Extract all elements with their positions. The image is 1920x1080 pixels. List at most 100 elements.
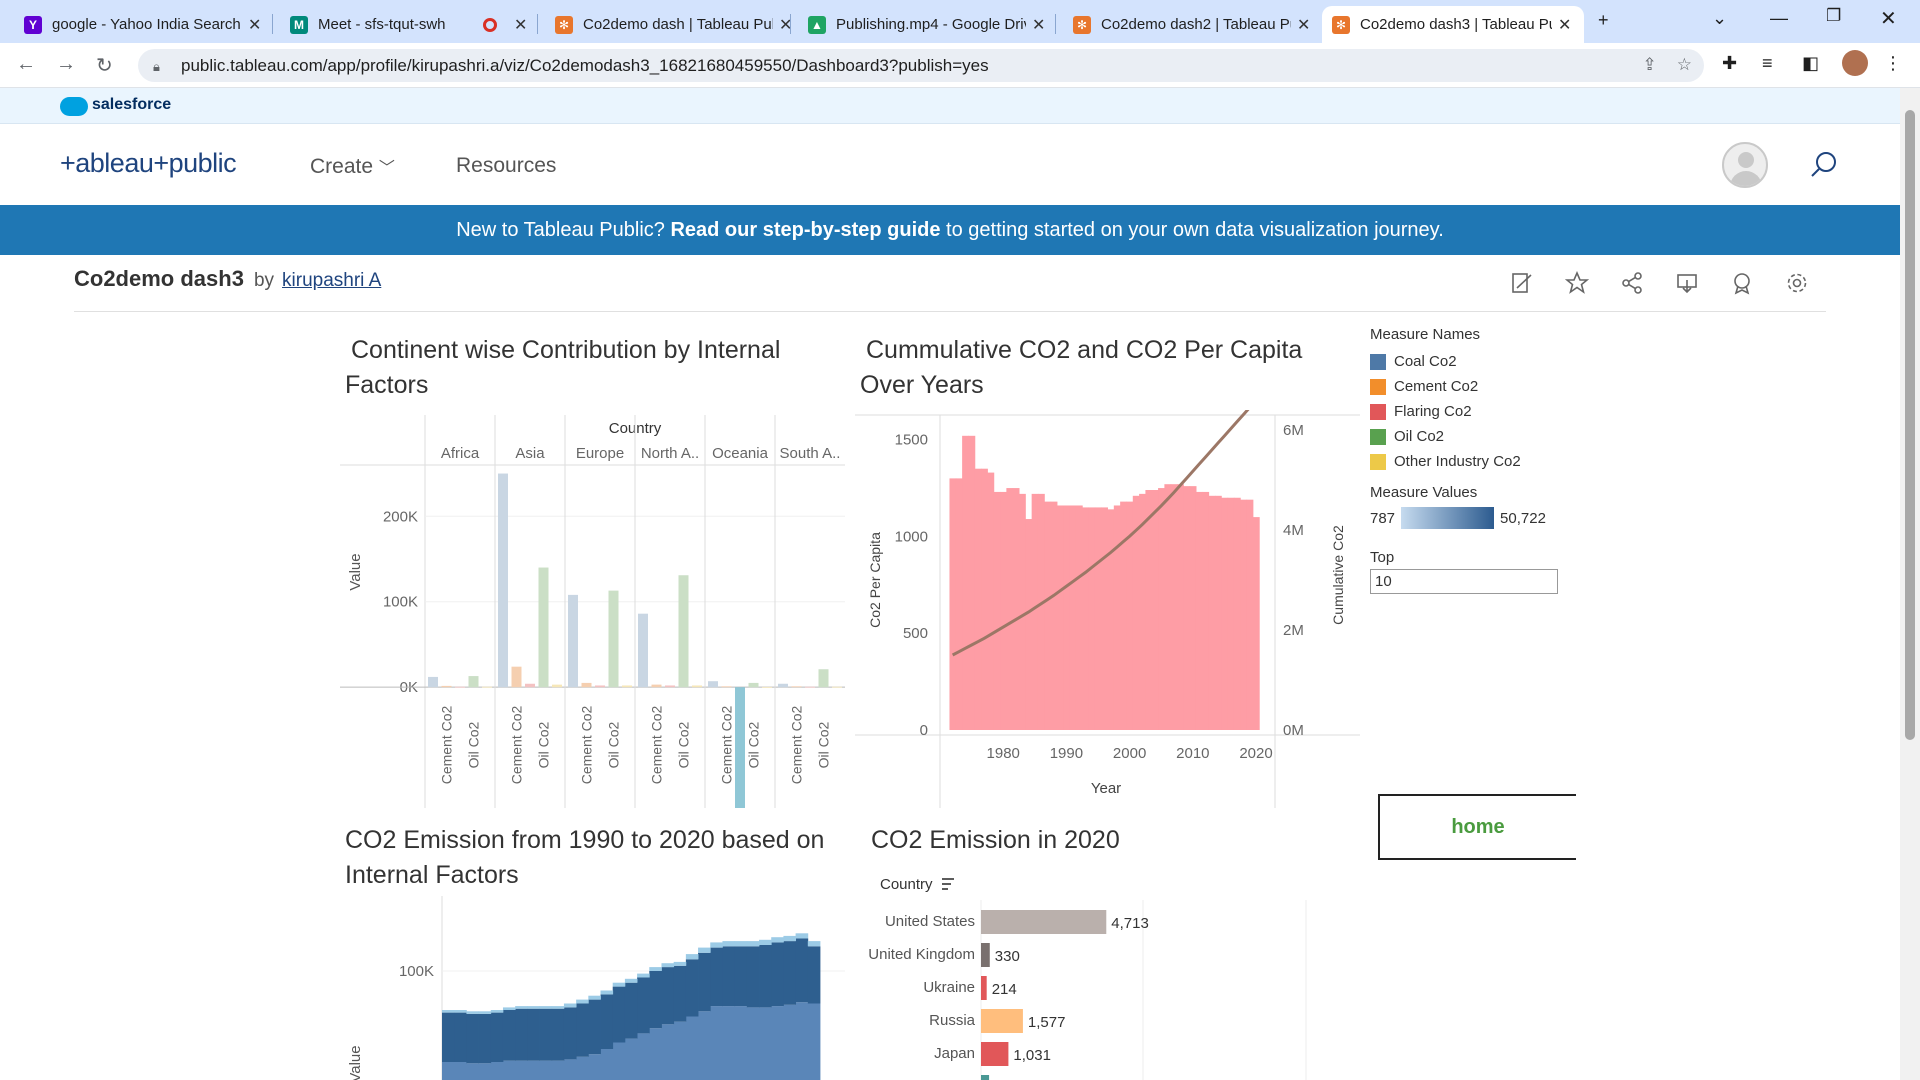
bar <box>1252 517 1260 730</box>
window-close-icon[interactable]: ✕ <box>1880 6 1897 31</box>
y-tick-label: 500 <box>903 625 928 642</box>
area-segment <box>454 1062 467 1080</box>
legend-item[interactable]: Other Industry Co2 <box>1370 449 1610 474</box>
chart1-title-line1: Continent wise Contribution by Internal <box>351 336 781 364</box>
reload-icon[interactable]: ↻ <box>96 53 113 78</box>
legend-item[interactable]: Coal Co2 <box>1370 349 1610 374</box>
category-header-label: Africa <box>441 445 480 462</box>
url-text[interactable]: public.tableau.com/app/profile/kirupashr… <box>181 56 989 76</box>
viz-author-link[interactable]: kirupashri A <box>282 270 381 292</box>
media-control-icon[interactable]: ≡ <box>1762 53 1802 76</box>
user-avatar-icon[interactable] <box>1722 142 1768 188</box>
share-icon[interactable] <box>1604 268 1659 298</box>
bar <box>1075 505 1083 730</box>
scrollbar-thumb[interactable] <box>1905 110 1915 740</box>
tab-close-icon[interactable]: ✕ <box>1297 15 1313 35</box>
area-segment <box>612 1042 626 1080</box>
browser-tab[interactable]: Ygoogle - Yahoo India Search ✕ <box>14 6 274 43</box>
tab-close-icon[interactable]: ✕ <box>1032 15 1048 35</box>
viz-by-label: by <box>253 270 275 291</box>
bar <box>538 567 549 688</box>
legend-panel: Measure Names Coal Co2 Cement Co2 Flaring … <box>1370 326 1610 594</box>
bar <box>1139 493 1146 730</box>
browser-tab[interactable]: M Meet - sfs-tqut-swh ✕ <box>280 6 540 43</box>
tab-close-icon[interactable]: ✕ <box>779 15 795 35</box>
browser-tab[interactable]: ▲ Publishing.mp4 - Google Drive ✕ <box>798 6 1058 43</box>
browser-tab[interactable]: ✻ Co2demo dash3 | Tableau Public ✕ <box>1322 6 1584 43</box>
area-segment <box>807 1003 821 1080</box>
area-segment <box>539 1008 553 1061</box>
legend-label: Flaring Co2 <box>1394 403 1472 420</box>
legend-item[interactable]: Flaring Co2 <box>1370 399 1610 424</box>
bar <box>1227 497 1235 730</box>
restore-icon[interactable]: ❐ <box>1826 6 1841 26</box>
area-segment <box>710 947 723 1007</box>
y2-tick-label: 0M <box>1283 722 1304 739</box>
area-segment <box>661 967 675 1025</box>
bar <box>981 468 988 730</box>
area-segment <box>515 1008 528 1061</box>
back-icon[interactable]: ← <box>16 53 36 76</box>
address-bar[interactable]: 🔒︎ public.tableau.com/app/profile/kirupa… <box>138 49 1704 82</box>
area-segment <box>466 1013 479 1064</box>
page-scrollbar[interactable] <box>1900 88 1920 1080</box>
y-tick-label: 1500 <box>895 432 928 449</box>
search-icon[interactable] <box>1810 150 1838 178</box>
bar <box>949 478 957 730</box>
bar <box>981 1009 1023 1033</box>
side-panel-icon[interactable]: ◧ <box>1802 53 1842 76</box>
resources-link[interactable]: Resources <box>456 154 556 178</box>
bar <box>1177 484 1184 730</box>
browser-tab-label: google - Yahoo India Search <box>52 16 241 33</box>
browser-tab[interactable]: ✻ Co2demo dash | Tableau Public ✕ <box>545 6 805 43</box>
measure-values-max: 50,722 <box>1500 509 1546 527</box>
metadata-badge-icon[interactable] <box>1714 268 1769 298</box>
profile-avatar[interactable] <box>1842 50 1868 76</box>
legend-item[interactable]: Oil Co2 <box>1370 424 1610 449</box>
browser-tab[interactable]: ✻ Co2demo dash2 | Tableau Public ✕ <box>1063 6 1323 43</box>
share-page-icon[interactable]: ⇪ <box>1643 55 1657 75</box>
area-segment <box>478 1011 492 1014</box>
top-parameter-input[interactable]: 10 <box>1370 569 1558 594</box>
bookmark-star-icon[interactable]: ☆ <box>1677 55 1692 75</box>
bar <box>1025 519 1033 730</box>
extensions-icon[interactable]: ✚ <box>1722 53 1762 76</box>
bar <box>1088 507 1096 730</box>
edit-viz-icon[interactable] <box>1494 268 1549 298</box>
bar <box>735 687 745 808</box>
area-segment <box>807 946 821 1004</box>
home-button[interactable]: home <box>1378 794 1576 860</box>
tableau-public-logo[interactable]: +ableau+public <box>60 148 237 179</box>
tab-close-icon[interactable]: ✕ <box>1558 15 1574 35</box>
sort-icon <box>942 878 954 890</box>
legend-item[interactable]: Cement Co2 <box>1370 374 1610 399</box>
measure-names-legend: Coal Co2 Cement Co2 Flaring Co2 Oil Co2 Othe… <box>1370 349 1610 474</box>
area-segment <box>771 937 784 943</box>
favorite-star-icon[interactable] <box>1549 268 1604 298</box>
y2-tick-label: 6M <box>1283 422 1304 439</box>
x-tick-label: Cement Co2 <box>509 705 525 784</box>
salesforce-logo-text[interactable]: salesforce <box>92 96 171 114</box>
salesforce-cloud-icon[interactable] <box>60 97 88 116</box>
forward-icon[interactable]: → <box>56 53 76 76</box>
area-segment <box>502 1060 516 1080</box>
tab-search-icon[interactable]: ⌄ <box>1712 8 1727 29</box>
download-icon[interactable] <box>1659 268 1714 298</box>
tab-separator <box>272 14 273 34</box>
create-menu[interactable]: Create ﹀ <box>310 154 395 179</box>
yahoo-icon: Y <box>24 15 42 34</box>
minimize-icon[interactable]: — <box>1770 8 1788 29</box>
area-segment <box>454 1012 467 1062</box>
tab-close-icon[interactable]: ✕ <box>514 15 530 35</box>
data-label: 214 <box>992 981 1017 998</box>
new-tab-button[interactable]: + <box>1598 10 1609 31</box>
tab-close-icon[interactable]: ✕ <box>248 15 264 35</box>
step-by-step-guide-link[interactable]: Read our step-by-step guide <box>670 219 940 241</box>
bar <box>1170 484 1178 730</box>
browser-tab-label: Co2demo dash2 | Tableau Public <box>1101 16 1291 33</box>
bar <box>441 685 452 688</box>
bar <box>622 685 632 688</box>
browser-menu-icon[interactable]: ⋮ <box>1884 53 1914 76</box>
settings-gear-icon[interactable] <box>1769 268 1824 298</box>
area-segment <box>734 1006 748 1080</box>
